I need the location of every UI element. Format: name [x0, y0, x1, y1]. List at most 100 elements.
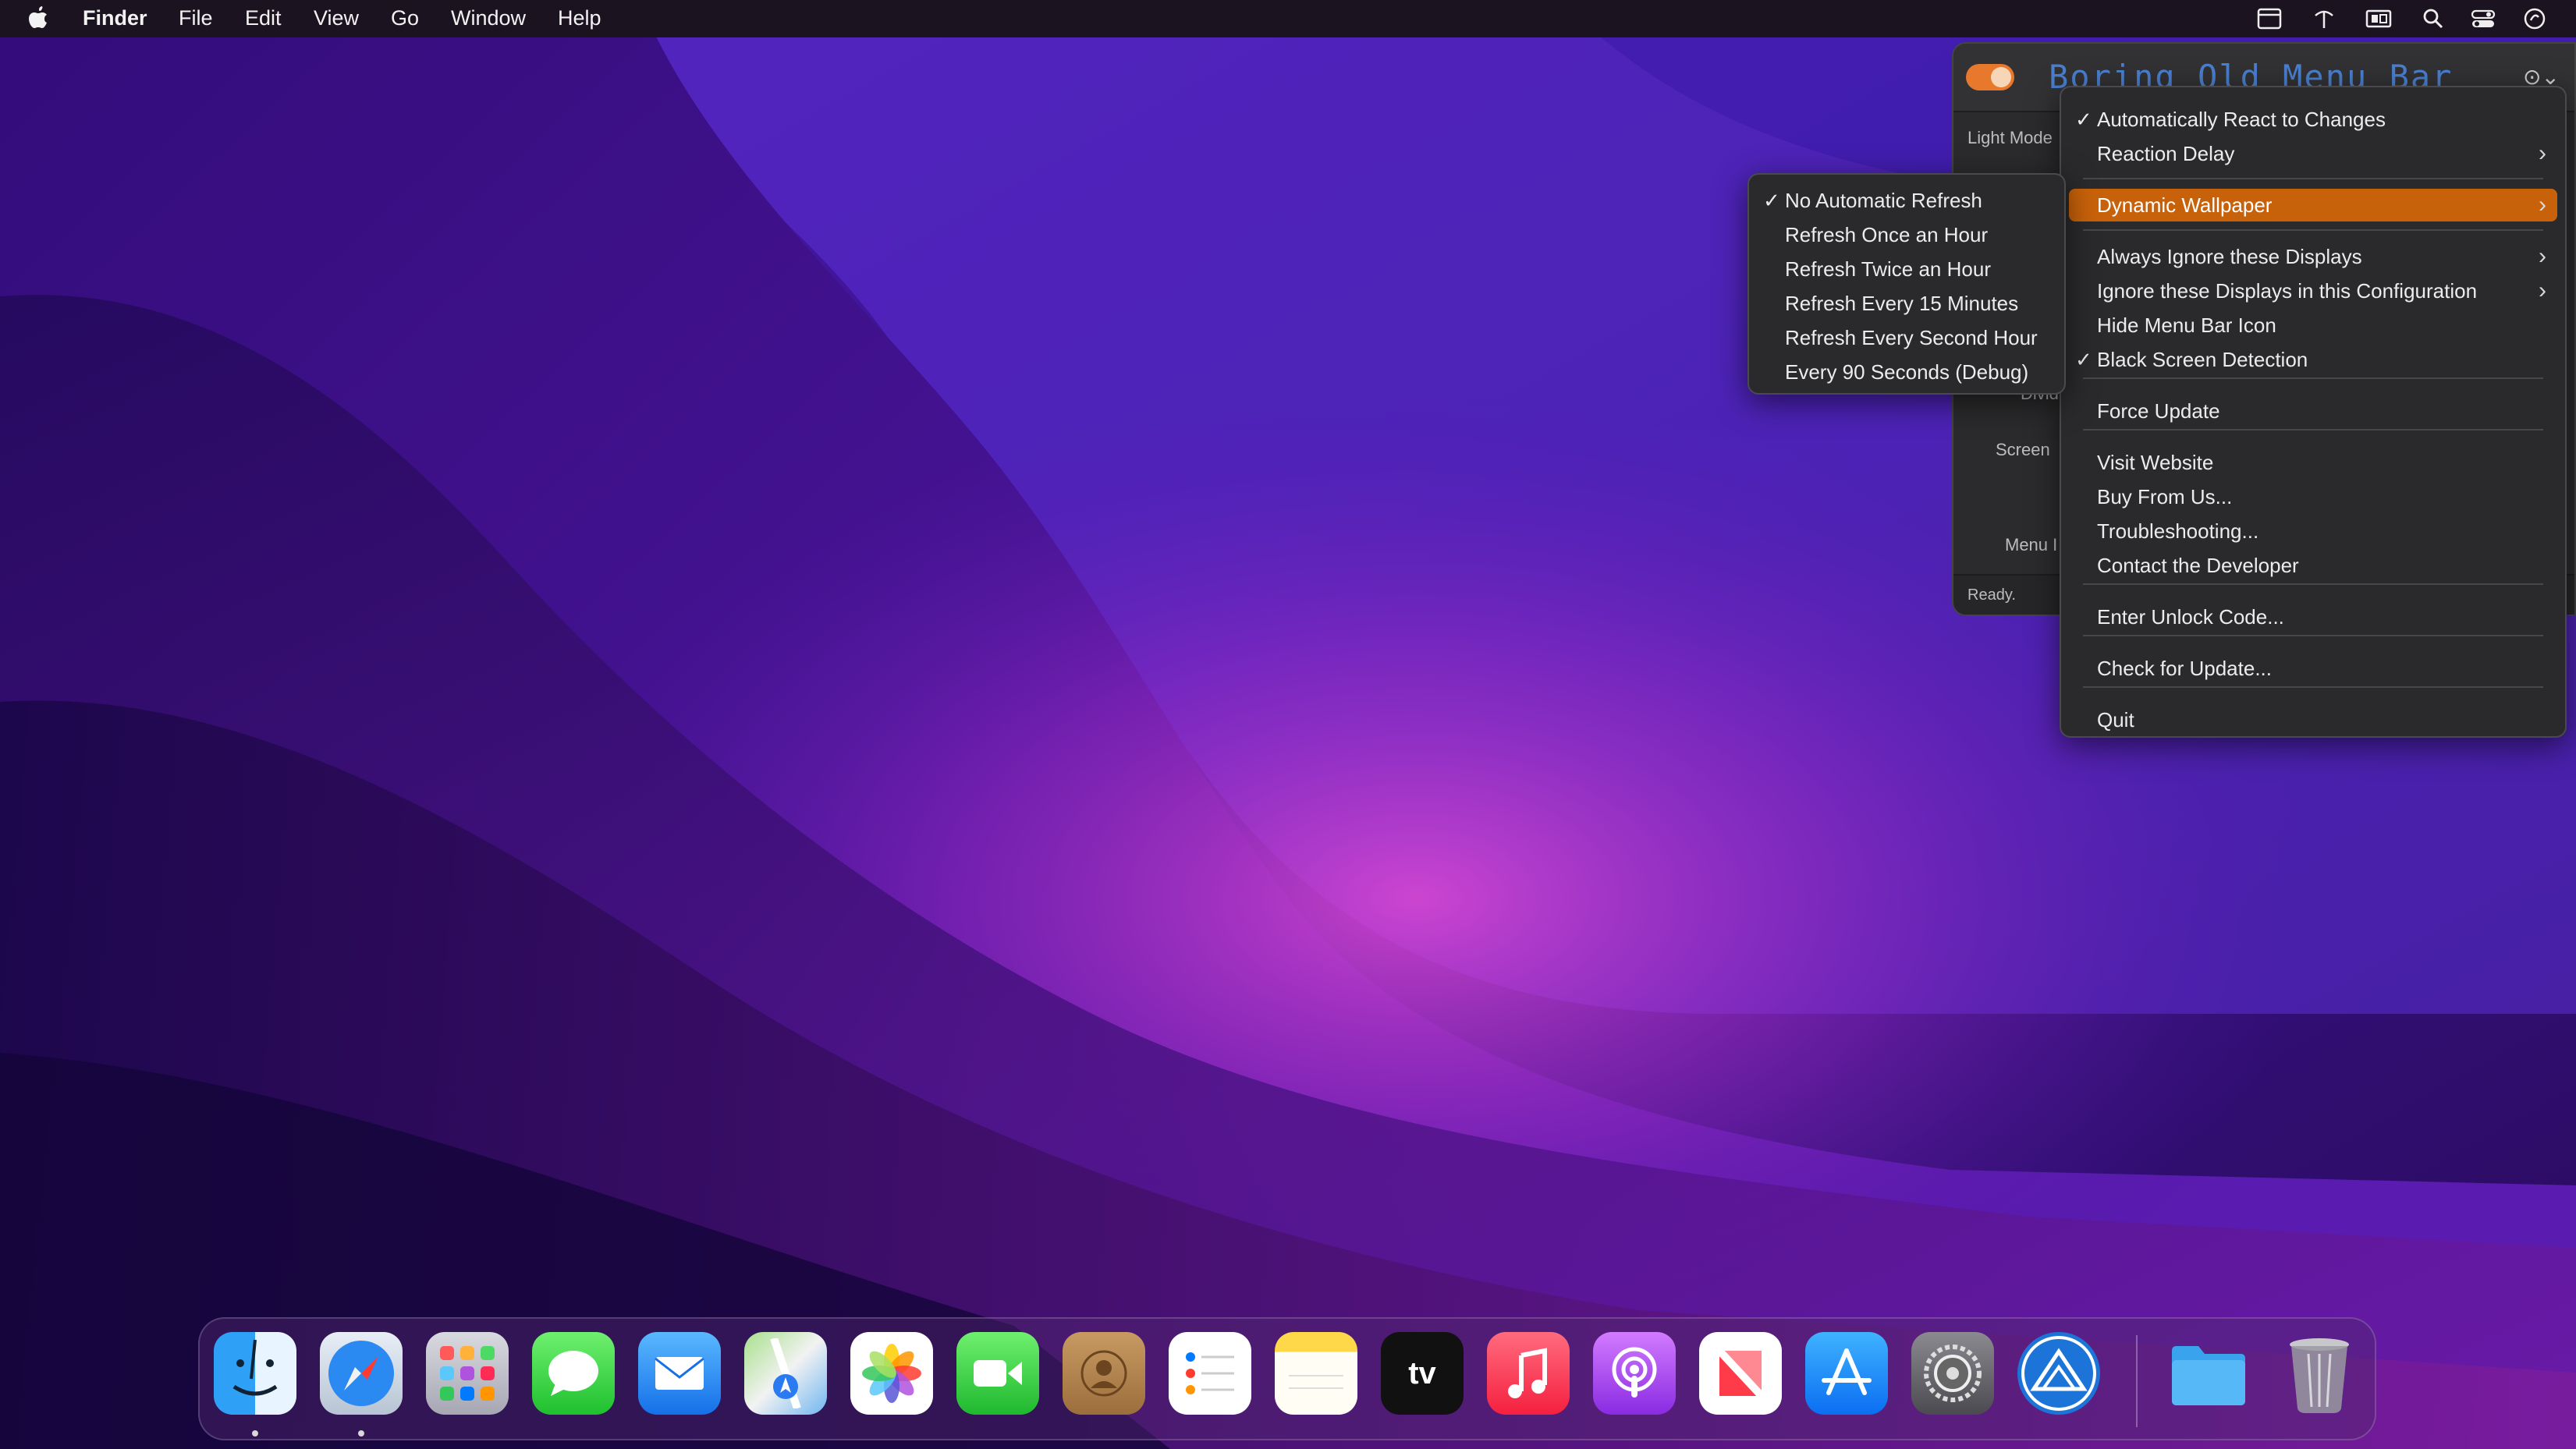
dock-trash[interactable]	[2278, 1332, 2361, 1415]
submenu-item[interactable]: Refresh Every 15 Minutes	[1757, 287, 2056, 320]
notes-lines-icon	[1289, 1375, 1343, 1389]
menu-item-label: Visit Website	[2097, 451, 2214, 474]
checkmark-icon: ✓	[1763, 189, 1780, 212]
menu-bar: Finder File Edit View Go Window Help	[0, 0, 2576, 37]
menu-item[interactable]: Buy From Us...	[2069, 480, 2557, 513]
dock-boring-old-menu-bar[interactable]	[2017, 1332, 2100, 1415]
message-bubble-icon	[548, 1351, 598, 1396]
dock-notes[interactable]	[1275, 1332, 1357, 1415]
menu-item[interactable]: Hide Menu Bar Icon	[2069, 309, 2557, 342]
dock-contacts[interactable]	[1063, 1332, 1145, 1415]
menu-item-label: Buy From Us...	[2097, 485, 2233, 508]
menu-item[interactable]: Troubleshooting...	[2069, 515, 2557, 547]
dock-downloads-folder[interactable]	[2167, 1332, 2250, 1415]
menu-separator	[2083, 686, 2543, 688]
menu-view[interactable]: View	[314, 0, 359, 37]
dock-photos[interactable]	[850, 1332, 933, 1415]
dock-messages[interactable]	[532, 1332, 615, 1415]
menu-app-name[interactable]: Finder	[83, 0, 147, 37]
menu-help[interactable]: Help	[558, 0, 601, 37]
mode-label: Light Mode	[1967, 128, 2053, 147]
dock-app-store[interactable]	[1805, 1332, 1888, 1415]
menu-item[interactable]: ✓ Black Screen Detection	[2069, 343, 2557, 376]
calendar-icon[interactable]	[2256, 6, 2283, 31]
menu-item-label: Enter Unlock Code...	[2097, 605, 2284, 629]
submenu-item[interactable]: Every 90 Seconds (Debug)	[1757, 356, 2056, 388]
app-store-icon	[1822, 1348, 1872, 1395]
trash-icon	[2290, 1338, 2349, 1413]
chevron-right-icon: ›	[2539, 140, 2546, 166]
menu-item-label: Automatically React to Changes	[2097, 108, 2386, 131]
search-icon[interactable]	[2420, 6, 2446, 31]
status-text: Ready.	[1967, 586, 2016, 604]
tv-label: tv	[1408, 1355, 1436, 1391]
gear-icon	[1924, 1344, 1982, 1402]
dock-finder[interactable]	[214, 1332, 296, 1415]
menu-item[interactable]: Quit	[2069, 703, 2557, 736]
submenu-item[interactable]: Refresh Every Second Hour	[1757, 321, 2056, 354]
dock-maps[interactable]	[744, 1332, 827, 1415]
menu-item[interactable]: Visit Website	[2069, 446, 2557, 479]
dock-facetime[interactable]	[956, 1332, 1039, 1415]
checklist-icon	[1186, 1352, 1234, 1394]
menu-item[interactable]: Enter Unlock Code...	[2069, 601, 2557, 633]
dock-news[interactable]	[1699, 1332, 1782, 1415]
video-camera-icon	[974, 1360, 1022, 1387]
dock-tv[interactable]: tv	[1381, 1332, 1464, 1415]
finder-icon	[232, 1339, 278, 1396]
dock-system-preferences[interactable]	[1911, 1332, 1994, 1415]
menu-label: Menu I	[2005, 535, 2058, 554]
submenu-item[interactable]: ✓ No Automatic Refresh	[1757, 184, 2056, 217]
menu-item[interactable]: ✓ Automatically React to Changes	[2069, 103, 2557, 136]
display-icon[interactable]	[2365, 6, 2392, 31]
dock-safari[interactable]	[320, 1332, 403, 1415]
submenu-item[interactable]: Refresh Twice an Hour	[1757, 253, 2056, 285]
menu-item-label: Check for Update...	[2097, 657, 2272, 680]
menu-item[interactable]: Force Update	[2069, 395, 2557, 427]
submenu-item[interactable]: Refresh Once an Hour	[1757, 218, 2056, 251]
app-status-icon[interactable]	[2521, 6, 2548, 31]
menu-item-label: Dynamic Wallpaper	[2097, 193, 2273, 217]
dock-divider	[2136, 1335, 2138, 1427]
dock-launchpad[interactable]	[426, 1332, 509, 1415]
chevron-right-icon: ›	[2539, 243, 2546, 269]
submenu-item-label: Refresh Every 15 Minutes	[1785, 292, 2019, 315]
safari-running-indicator	[358, 1430, 364, 1437]
menu-edit[interactable]: Edit	[245, 0, 282, 37]
submenu-item-label: No Automatic Refresh	[1785, 189, 1982, 212]
network-icon[interactable]	[2311, 6, 2337, 31]
menu-item[interactable]: Always Ignore these Displays ›	[2069, 240, 2557, 273]
menu-file[interactable]: File	[179, 0, 213, 37]
menu-item-label: Contact the Developer	[2097, 554, 2299, 577]
control-center-icon[interactable]	[2470, 6, 2496, 31]
dock-music[interactable]	[1487, 1332, 1570, 1415]
menu-item[interactable]: Ignore these Displays in this Configurat…	[2069, 275, 2557, 307]
map-pin-icon	[770, 1338, 801, 1408]
submenu-item-label: Every 90 Seconds (Debug)	[1785, 360, 2029, 384]
dock-reminders[interactable]	[1169, 1332, 1251, 1415]
menu-separator	[2083, 178, 2543, 179]
menu-item[interactable]: Contact the Developer	[2069, 549, 2557, 582]
screen-label: Screen	[1996, 440, 2050, 459]
dock-mail[interactable]	[638, 1332, 721, 1415]
menu-item[interactable]: Dynamic Wallpaper ›	[2069, 189, 2557, 221]
finder-running-indicator	[252, 1430, 258, 1437]
podcast-icon	[1612, 1347, 1657, 1398]
menu-separator	[2083, 583, 2543, 585]
apple-logo-icon	[29, 6, 47, 28]
menu-window[interactable]: Window	[451, 0, 526, 37]
launchpad-grid-icon	[440, 1346, 495, 1401]
enable-toggle[interactable]	[1966, 64, 2014, 90]
menu-item[interactable]: Check for Update...	[2069, 652, 2557, 685]
menu-item-label: Reaction Delay	[2097, 142, 2235, 165]
checkmark-icon: ✓	[2075, 348, 2092, 371]
folder-icon	[2172, 1346, 2245, 1405]
menu-item[interactable]: Reaction Delay ›	[2069, 137, 2557, 170]
menu-go[interactable]: Go	[391, 0, 419, 37]
dynamic-wallpaper-submenu: ✓ No Automatic Refresh Refresh Once an Hou…	[1747, 173, 2066, 395]
menu-item-label: Black Screen Detection	[2097, 348, 2308, 371]
photos-flower-icon	[862, 1344, 921, 1403]
apple-menu[interactable]	[28, 0, 48, 37]
menu-item-label: Troubleshooting...	[2097, 519, 2259, 543]
dock-podcasts[interactable]	[1593, 1332, 1676, 1415]
